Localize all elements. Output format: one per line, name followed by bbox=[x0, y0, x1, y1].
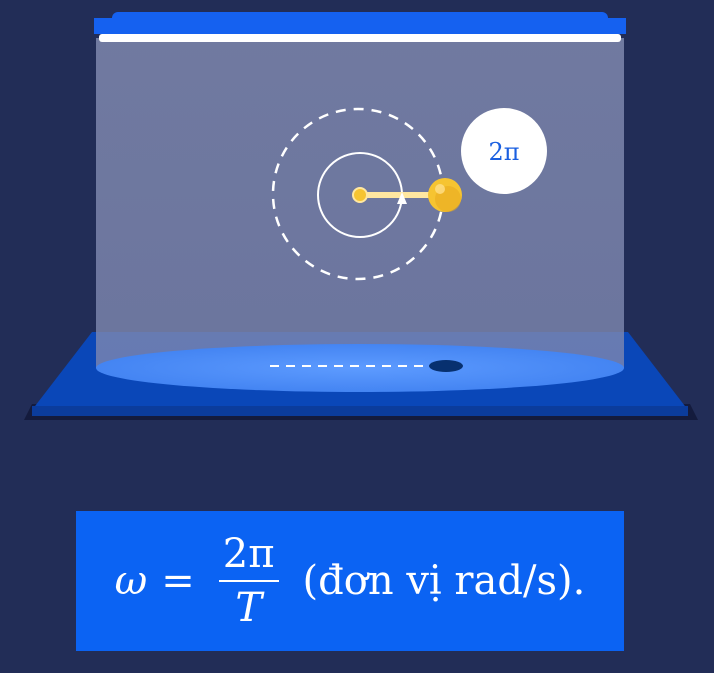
fraction-numerator: 2π bbox=[222, 531, 275, 577]
unit-text: (đơn vị rad/s). bbox=[302, 558, 586, 604]
lamp-bar bbox=[94, 12, 626, 42]
omega-symbol: ω bbox=[114, 558, 148, 604]
fraction-denominator: T bbox=[235, 585, 263, 631]
floor-light-ellipse bbox=[96, 344, 624, 392]
angle-label: 2π bbox=[488, 138, 519, 166]
fraction: 2π T bbox=[218, 531, 279, 631]
equals-sign: = bbox=[161, 558, 195, 604]
rotating-ball bbox=[428, 178, 462, 212]
center-pivot bbox=[352, 187, 368, 203]
angle-bubble: 2π bbox=[461, 108, 547, 194]
angular-velocity-formula: ω = 2π T (đơn vị rad/s). bbox=[76, 511, 624, 651]
ball-shadow bbox=[429, 360, 463, 372]
